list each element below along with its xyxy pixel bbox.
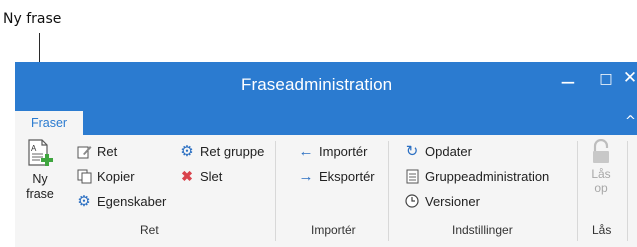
title-bar[interactable]: Fraseadministration − □ ✕: [15, 62, 637, 111]
ret-label: Ret: [97, 143, 118, 159]
ny-frase-label-2: frase: [26, 187, 54, 201]
gear-icon: ⚙: [180, 143, 194, 160]
importer-button[interactable]: ← Importér: [298, 142, 368, 160]
tab-fraser[interactable]: Fraser: [15, 111, 83, 135]
ret-gruppe-label: Ret gruppe: [200, 143, 265, 159]
clock-icon: [404, 193, 420, 209]
copy-icon: [76, 168, 92, 184]
gear-icon: ⚙: [77, 193, 91, 210]
window-title: Fraseadministration: [241, 75, 393, 94]
laas-op-button[interactable]: Lås op: [583, 138, 619, 195]
app-window: Fraseadministration − □ ✕ Fraser ^ A Ny …: [15, 62, 637, 247]
ny-frase-label-1: Ny: [32, 172, 48, 186]
opdater-label: Opdater: [425, 143, 472, 159]
ribbon: A Ny frase Ret Kopier ⚙ Egenskaber ⚙ Ret…: [15, 135, 637, 247]
laas-op-label-2: op: [594, 181, 608, 195]
document-icon: [404, 168, 420, 184]
kopier-label: Kopier: [97, 168, 135, 184]
callout-label: Ny frase: [3, 11, 62, 27]
gruppeadministration-label: Gruppeadministration: [425, 168, 550, 184]
group-separator: [577, 141, 578, 241]
new-document-icon: A: [26, 139, 54, 169]
versioner-label: Versioner: [425, 193, 480, 209]
lock-icon: [591, 138, 611, 165]
group-separator: [627, 141, 628, 241]
minimize-button[interactable]: −: [557, 70, 579, 94]
egenskaber-label: Egenskaber: [97, 193, 167, 209]
group-separator: [275, 141, 276, 241]
slet-label: Slet: [200, 168, 223, 184]
collapse-ribbon-button[interactable]: ^: [625, 114, 636, 129]
maximize-button[interactable]: □: [595, 71, 617, 87]
ret-button[interactable]: Ret: [76, 143, 117, 159]
group-label-indstillinger: Indstillinger: [452, 223, 513, 237]
delete-icon: ✖: [181, 167, 193, 184]
versioner-button[interactable]: Versioner: [404, 193, 480, 209]
ret-gruppe-button[interactable]: ⚙ Ret gruppe: [179, 143, 265, 160]
importer-label: Importér: [319, 143, 368, 159]
ribbon-tab-bar: Fraser ^: [15, 111, 637, 135]
tab-label: Fraser: [30, 116, 68, 130]
kopier-button[interactable]: Kopier: [76, 168, 135, 184]
group-label-ret: Ret: [140, 223, 159, 237]
eksporter-label: Eksportér: [319, 168, 375, 184]
arrow-right-icon: →: [298, 167, 314, 185]
eksporter-button[interactable]: → Eksportér: [298, 167, 375, 185]
group-label-importer: Importér: [311, 223, 356, 237]
opdater-button[interactable]: ↻ Opdater: [404, 143, 472, 160]
close-button[interactable]: ✕: [619, 68, 637, 88]
refresh-icon: ↻: [405, 143, 419, 160]
laas-op-label-1: Lås: [591, 167, 611, 181]
ny-frase-button[interactable]: A Ny frase: [17, 139, 63, 202]
edit-icon: [76, 143, 92, 159]
svg-text:A: A: [31, 144, 37, 153]
arrow-left-icon: ←: [298, 142, 314, 160]
group-label-laas: Lås: [592, 223, 612, 237]
slet-button[interactable]: ✖ Slet: [179, 168, 222, 184]
egenskaber-button[interactable]: ⚙ Egenskaber: [76, 193, 167, 210]
gruppeadministration-button[interactable]: Gruppeadministration: [404, 168, 549, 184]
group-separator: [388, 141, 389, 241]
